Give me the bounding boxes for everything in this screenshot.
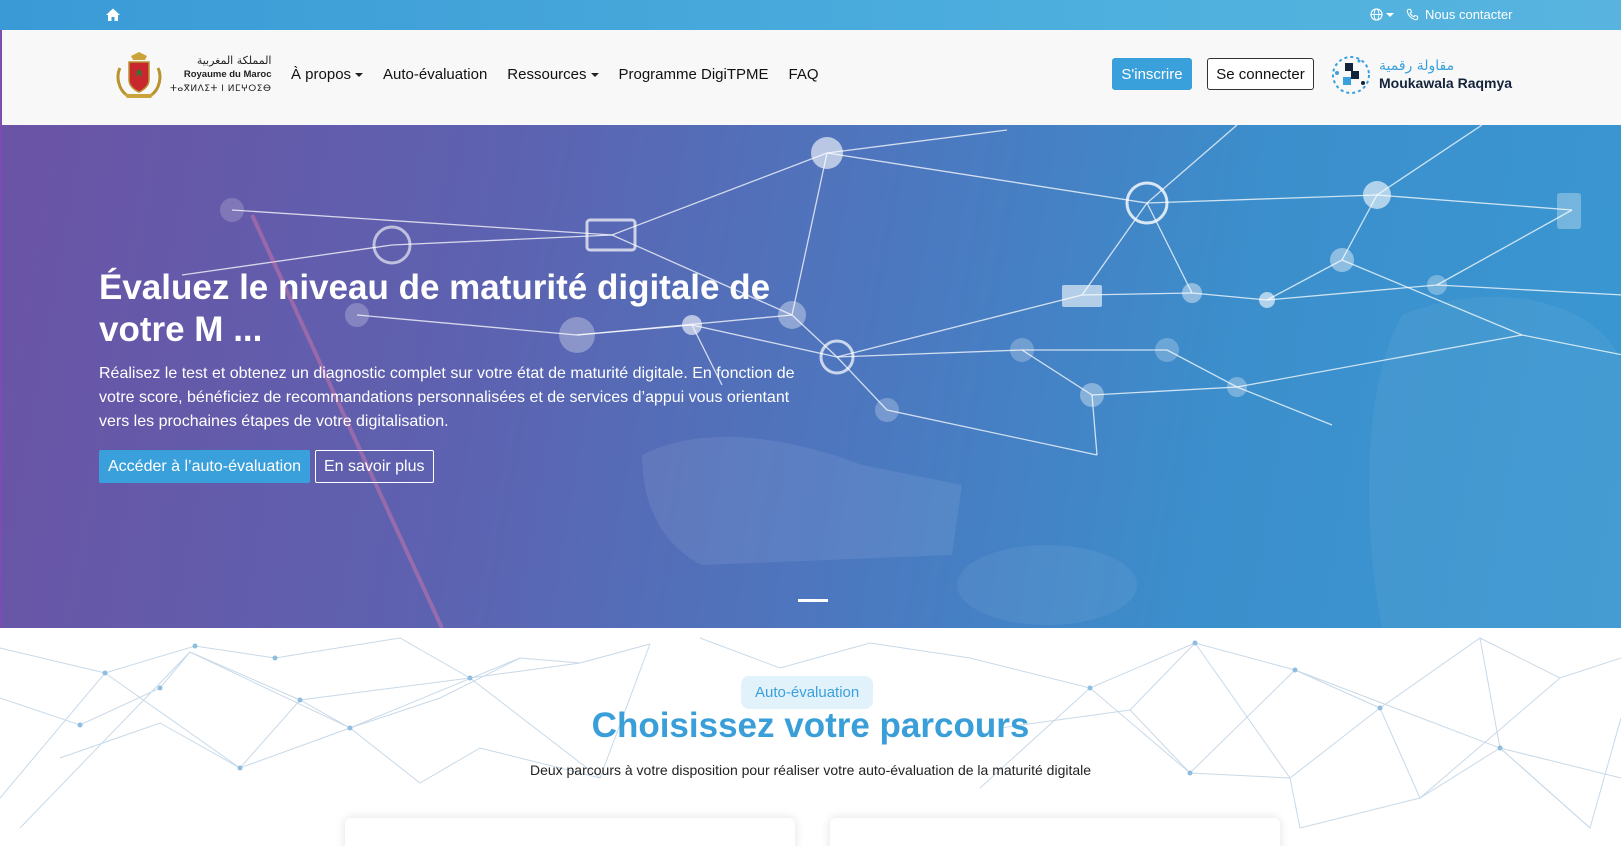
- start-self-assessment-button[interactable]: Accéder à l’auto-évaluation: [99, 450, 311, 483]
- coat-of-arms-icon: [116, 52, 162, 98]
- menu-item-label: FAQ: [788, 66, 819, 83]
- gov-logo-arabic: المملكة المغربية: [196, 54, 272, 67]
- main-menu: À propos Auto-évaluation Ressources Prog…: [291, 66, 819, 83]
- chevron-down-icon: [355, 72, 364, 77]
- contact-link[interactable]: Nous contacter: [1425, 7, 1512, 22]
- gov-logo-tifinagh: ⵜⴰⴳⵍⴷⵉⵜ ⵏ ⵍⵎⵖⵔⵉⴱ: [170, 84, 272, 94]
- path-selection-section: Auto-évaluation Choisissez votre parcour…: [0, 628, 1621, 846]
- section-subtitle: Deux parcours à votre disposition pour r…: [529, 762, 1092, 778]
- menu-item-auto-evaluation[interactable]: Auto-évaluation: [383, 66, 487, 83]
- learn-more-button[interactable]: En savoir plus: [315, 450, 434, 483]
- digital-network-logo-icon: [1332, 56, 1370, 94]
- brand-logo-latin: Moukawala Raqmya: [1379, 75, 1513, 91]
- menu-item-a-propos[interactable]: À propos: [291, 66, 364, 83]
- top-bar: Nous contacter: [0, 0, 1621, 30]
- carousel-indicator[interactable]: [798, 599, 828, 602]
- home-icon[interactable]: [105, 7, 121, 23]
- chevron-down-icon: [590, 72, 599, 77]
- hero-title: Évaluez le niveau de maturité digitale d…: [99, 268, 771, 349]
- menu-item-programme-digitpme[interactable]: Programme DigiTPME: [619, 66, 769, 83]
- hero-description: Réalisez le test et obtenez un diagnosti…: [99, 365, 795, 430]
- language-selector[interactable]: [1370, 8, 1394, 21]
- hero-banner: Évaluez le niveau de maturité digitale d…: [0, 125, 1621, 628]
- menu-item-label: Programme DigiTPME: [618, 66, 769, 83]
- menu-item-label: Ressources: [507, 66, 587, 83]
- menu-item-faq[interactable]: FAQ: [789, 66, 819, 83]
- main-navbar: المملكة المغربية Royaume du Maroc ⵜⴰⴳⵍⴷⵉ…: [0, 30, 1621, 125]
- globe-icon: [1370, 8, 1383, 21]
- path-card[interactable]: [345, 818, 795, 846]
- gov-logo-french: Royaume du Maroc: [183, 69, 272, 80]
- government-logo-text: المملكة المغربية Royaume du Maroc ⵜⴰⴳⵍⴷⵉ…: [170, 54, 271, 96]
- brand-logo-arabic: مقاولة رقمية: [1379, 58, 1455, 74]
- moukawala-raqmya-logo[interactable]: مقاولة رقمية Moukawala Raqmya: [1329, 53, 1512, 97]
- menu-item-ressources[interactable]: Ressources: [507, 66, 599, 83]
- government-logo[interactable]: المملكة المغربية Royaume du Maroc ⵜⴰⴳⵍⴷⵉ…: [114, 50, 271, 100]
- section-tag: Auto-évaluation: [741, 676, 874, 709]
- path-card[interactable]: [830, 818, 1280, 846]
- section-title: Choisissez votre parcours: [591, 706, 1030, 745]
- login-button[interactable]: Se connecter: [1207, 58, 1314, 90]
- chevron-down-icon: [1386, 12, 1394, 17]
- phone-icon: [1406, 8, 1419, 21]
- menu-item-label: Auto-évaluation: [383, 66, 488, 83]
- top-bar-actions: Nous contacter: [1370, 7, 1512, 22]
- signup-button[interactable]: S'inscrire: [1112, 58, 1192, 90]
- menu-item-label: À propos: [291, 66, 352, 83]
- brand-logo-text: مقاولة رقمية Moukawala Raqmya: [1379, 58, 1512, 92]
